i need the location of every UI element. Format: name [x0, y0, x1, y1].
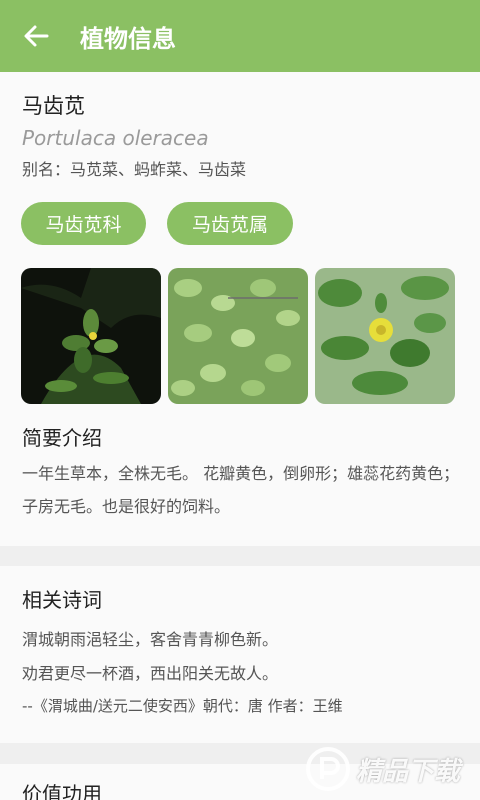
- intro-text: 一年生草本，全株无毛。 花瓣黄色，倒卵形；雄蕊花药黄色；子房无毛。也是很好的饲料…: [22, 464, 460, 516]
- poem-title: 相关诗词: [22, 588, 102, 612]
- plant-photo[interactable]: [168, 268, 308, 404]
- page-title: 植物信息: [80, 24, 176, 53]
- genus-chip[interactable]: 马齿苋属: [167, 202, 293, 245]
- poem-source: --《渭城曲/送元二使安西》朝代：唐 作者：王维: [22, 697, 343, 715]
- intro-title: 简要介绍: [22, 426, 102, 450]
- value-title: 价值功用: [22, 782, 102, 800]
- poem-card: 相关诗词 渭城朝雨浥轻尘，客舍青青柳色新。 劝君更尽一杯酒，西出阳关无故人。 -…: [0, 566, 480, 743]
- family-chip[interactable]: 马齿苋科: [21, 202, 146, 245]
- watermark-text: 精品下载: [356, 756, 461, 787]
- watermark-logo-icon: [306, 747, 350, 791]
- poem-line: 渭城朝雨浥轻尘，客舍青青柳色新。: [22, 630, 279, 649]
- plant-name: 马齿苋: [22, 94, 85, 118]
- plant-info-card: 马齿苋 Portulaca oleracea 别名：马苋菜、蚂蚱菜、马齿菜 马齿…: [0, 72, 480, 546]
- app-bar: 植物信息: [0, 0, 480, 72]
- back-button[interactable]: [0, 0, 72, 72]
- arrow-left-icon: [24, 25, 49, 47]
- plant-alias: 别名：马苋菜、蚂蚱菜、马齿菜: [22, 160, 247, 179]
- watermark: 精品下载: [304, 738, 474, 800]
- poem-line: 劝君更尽一杯酒，西出阳关无故人。: [22, 664, 279, 683]
- plant-photo[interactable]: [21, 268, 161, 404]
- plant-latin-name: Portulaca oleracea: [22, 126, 209, 150]
- plant-photo[interactable]: [315, 268, 455, 404]
